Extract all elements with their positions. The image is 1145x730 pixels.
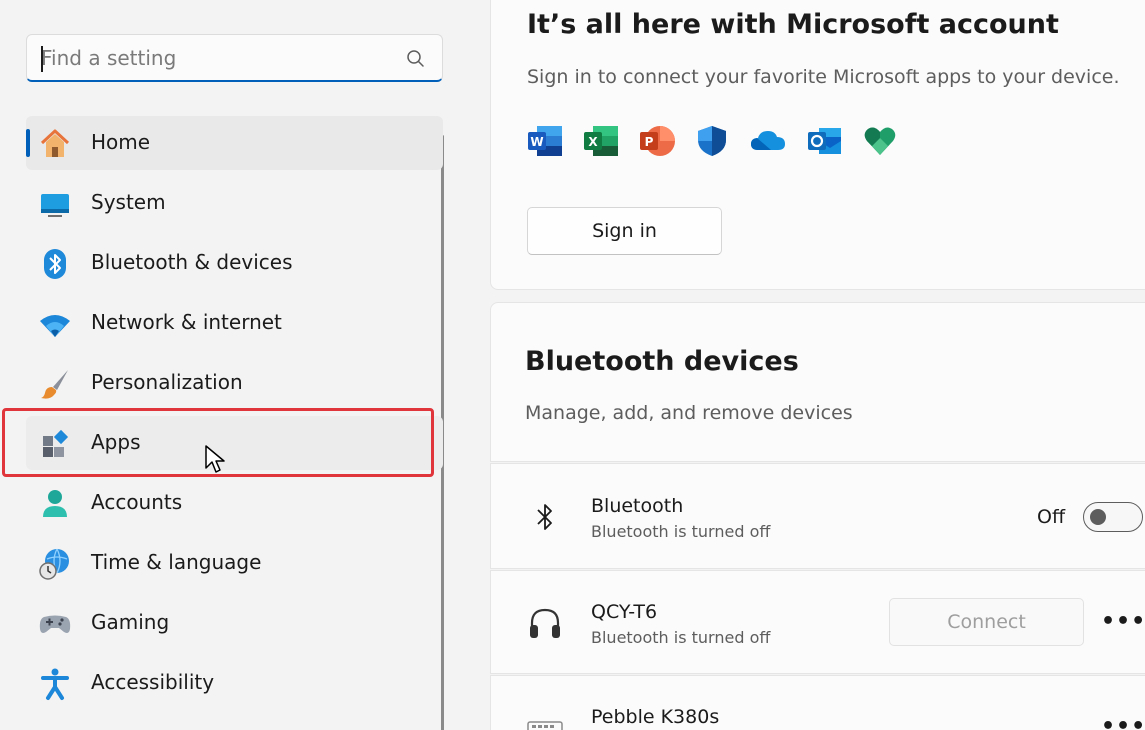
sidebar-item-label: Network & internet — [91, 310, 282, 334]
sidebar-item-label: Accessibility — [91, 670, 215, 694]
mouse-cursor-icon — [205, 445, 225, 473]
sidebar-item-home[interactable]: Home — [26, 116, 443, 170]
sidebar-item-network-internet[interactable]: Network & internet — [26, 296, 443, 350]
microsoft-app-icons: W X P — [527, 124, 897, 158]
bluetooth-icon — [38, 247, 72, 281]
bluetooth-row-status: Bluetooth is turned off — [591, 522, 771, 541]
more-options-button[interactable]: ••• — [1101, 714, 1145, 730]
search-box[interactable] — [26, 34, 443, 82]
keyboard-icon — [525, 706, 565, 730]
sidebar-item-accessibility[interactable]: Accessibility — [26, 656, 443, 710]
sidebar: Home System Bluetooth & devices — [0, 0, 470, 730]
sidebar-item-label: Gaming — [91, 610, 170, 634]
bluetooth-toggle-row: Bluetooth Bluetooth is turned off Off — [490, 463, 1145, 569]
device-name: QCY-T6 — [591, 601, 658, 623]
account-card-subtitle: Sign in to connect your favorite Microso… — [527, 66, 1120, 88]
sidebar-item-label: Time & language — [91, 550, 262, 574]
account-card-title: It’s all here with Microsoft account — [527, 9, 1059, 40]
device-row-qcy-t6: QCY-T6 Bluetooth is turned off Connect •… — [490, 570, 1145, 674]
sign-in-button[interactable]: Sign in — [527, 207, 722, 255]
bluetooth-row-title: Bluetooth — [591, 495, 684, 517]
sidebar-item-label: System — [91, 190, 166, 214]
family-safety-icon — [864, 127, 896, 155]
headphones-icon — [525, 603, 565, 643]
sidebar-item-personalization[interactable]: Personalization — [26, 356, 443, 410]
microsoft-account-card: It’s all here with Microsoft account Sig… — [490, 0, 1145, 290]
sidebar-item-label: Apps — [91, 430, 141, 454]
device-row-pebble-k380s: Pebble K380s ••• — [490, 675, 1145, 730]
outlook-icon — [808, 128, 841, 154]
accessibility-icon — [38, 667, 72, 701]
connect-button[interactable]: Connect — [889, 598, 1084, 646]
device-name: Pebble K380s — [591, 706, 720, 728]
search-input[interactable] — [41, 35, 401, 81]
bluetooth-toggle-label: Off — [1037, 506, 1066, 528]
selected-indicator — [26, 129, 30, 157]
sidebar-item-bluetooth-devices[interactable]: Bluetooth & devices — [26, 236, 443, 290]
sidebar-item-label: Accounts — [91, 490, 183, 514]
svg-text:X: X — [588, 135, 598, 149]
sidebar-item-label: Home — [91, 130, 151, 154]
bluetooth-devices-subtitle: Manage, add, and remove devices — [525, 402, 853, 424]
svg-text:W: W — [530, 135, 543, 149]
bluetooth-devices-title: Bluetooth devices — [525, 346, 799, 377]
defender-icon — [698, 126, 726, 156]
sidebar-item-label: Bluetooth & devices — [91, 250, 293, 274]
onedrive-icon — [751, 131, 785, 150]
text-caret — [41, 46, 43, 72]
word-icon: W — [528, 126, 562, 156]
excel-icon: X — [584, 126, 618, 156]
more-options-button[interactable]: ••• — [1101, 609, 1145, 634]
sidebar-item-apps[interactable]: Apps — [26, 416, 443, 470]
sidebar-item-label: Personalization — [91, 370, 243, 394]
person-icon — [38, 487, 72, 521]
system-icon — [38, 187, 72, 221]
sidebar-item-accounts[interactable]: Accounts — [26, 476, 443, 530]
sidebar-item-gaming[interactable]: Gaming — [26, 596, 443, 650]
search-icon[interactable] — [406, 49, 426, 69]
bluetooth-devices-header-card: Bluetooth devices Manage, add, and remov… — [490, 302, 1145, 462]
apps-icon — [38, 427, 72, 461]
sidebar-item-time-language[interactable]: Time & language — [26, 536, 443, 590]
toggle-knob — [1090, 509, 1106, 525]
globe-clock-icon — [38, 547, 72, 581]
brush-icon — [38, 367, 72, 401]
home-icon — [38, 127, 72, 161]
bluetooth-symbol-icon — [525, 497, 565, 537]
svg-text:P: P — [645, 135, 654, 149]
device-status: Bluetooth is turned off — [591, 628, 771, 647]
powerpoint-icon: P — [640, 126, 675, 156]
sidebar-item-system[interactable]: System — [26, 176, 443, 230]
bluetooth-toggle-switch[interactable] — [1083, 502, 1143, 532]
gamepad-icon — [38, 607, 72, 641]
wifi-icon — [38, 307, 72, 341]
